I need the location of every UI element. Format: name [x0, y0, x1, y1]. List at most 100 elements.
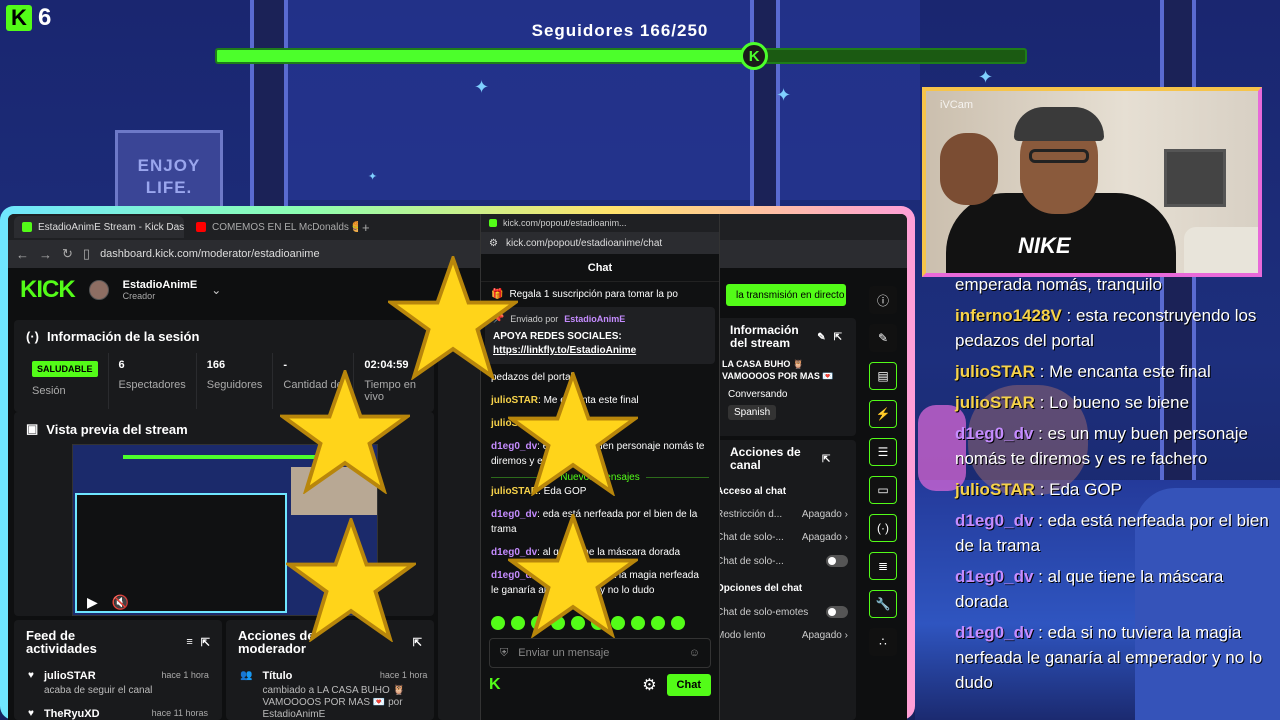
channel-role: Creador — [122, 291, 156, 301]
overlay-chat-text: emperada nomás, tranquilo — [955, 275, 1162, 294]
star-icon — [508, 514, 638, 638]
separator: : — [1061, 306, 1076, 325]
new-tab-button[interactable]: + — [362, 220, 370, 235]
chevron-down-icon[interactable]: ⌄ — [211, 283, 221, 297]
shield-icon: ⛨ — [500, 646, 509, 659]
row-value: Apagado — [801, 509, 842, 520]
lightning-icon[interactable]: ⚡ — [869, 400, 897, 428]
popout-icon[interactable]: ⇱ — [822, 454, 830, 465]
emote-icon[interactable] — [491, 616, 505, 630]
tab-label: EstadioAnimE Stream - Kick Dash — [38, 221, 184, 233]
overlay-chat-text: Lo bueno se biene — [1049, 393, 1190, 412]
chat-option-row[interactable]: Modo lento Apagado › — [708, 624, 856, 647]
row-value: Apagado — [801, 630, 842, 641]
chat-access-row[interactable]: Restricción d... Apagado › — [708, 503, 856, 526]
star-icon — [508, 372, 638, 496]
feed-title: Feed de actividades — [26, 628, 97, 656]
stat-label: Sesión — [32, 385, 66, 397]
panel-title: Información del stream ✎ ⇱ — [708, 318, 856, 354]
tab-youtube[interactable]: COMEMOS EN EL McDonalds 🍔 ✕ — [188, 216, 358, 238]
emote-icon[interactable] — [651, 616, 665, 630]
live-button[interactable]: la transmisión en directo — [726, 284, 846, 306]
tab-label: COMEMOS EN EL McDonalds 🍔 — [212, 221, 358, 233]
site-settings-icon[interactable]: ⚙ — [489, 238, 498, 249]
mute-icon[interactable]: 🔇 — [112, 594, 129, 611]
separator: : — [1034, 362, 1050, 381]
gear-icon[interactable]: ⚙ — [642, 675, 656, 695]
webcam-feed: NIKE iVCam — [922, 87, 1262, 277]
avatar — [88, 280, 109, 300]
channel-switcher[interactable]: EstadioAnimE Creador — [123, 279, 198, 301]
bookmark-icon[interactable]: ▯ — [83, 246, 90, 262]
reload-icon[interactable]: ↻ — [62, 246, 73, 262]
users-icon: 👥 — [240, 670, 253, 681]
forward-icon[interactable]: → — [39, 247, 52, 262]
chat-access-row[interactable]: Chat de solo-... Apagado › — [708, 526, 856, 549]
chat-input-placeholder: Enviar un mensaje — [518, 647, 610, 659]
feed-sub: acaba de seguir el canal — [43, 685, 153, 696]
url-text[interactable]: dashboard.kick.com/moderator/estadioanim… — [100, 248, 320, 260]
overlay-chat-user: d1eg0_dv — [955, 424, 1034, 443]
pencil-icon[interactable]: ✎ — [817, 332, 825, 343]
filter-icon[interactable]: ≡ — [186, 636, 192, 648]
tool-sidebar: ⓘ ✎ ▤ ⚡ ☰ ▭ (·) ≣ 🔧 ∴ — [867, 286, 899, 656]
smile-icon[interactable]: ☺ — [689, 647, 700, 659]
info-icon[interactable]: ⓘ — [869, 286, 897, 314]
row-label: Restricción d... — [716, 509, 783, 520]
list-icon[interactable]: ☰ — [869, 438, 897, 466]
toggle-switch[interactable] — [826, 606, 848, 618]
popout-icon[interactable]: ⇱ — [201, 636, 210, 649]
broadcast-icon[interactable]: (·) — [869, 514, 897, 542]
emote-icon[interactable] — [671, 616, 685, 630]
overlay-chat-text: Me encanta este final — [1049, 362, 1211, 381]
list-item: 👥 Título hace 1 hora cambiado a LA CASA B… — [226, 664, 434, 720]
separator: : — [1033, 567, 1048, 586]
chevron-right-icon: › — [844, 532, 848, 543]
tab-kick-dashboard[interactable]: EstadioAnimE Stream - Kick Dash ✕ — [14, 216, 184, 238]
play-icon[interactable]: ▶ — [87, 594, 98, 611]
panel-title: Feed de actividades ≡ ⇱ — [14, 620, 222, 664]
stat-followers: 166 Seguidores — [197, 353, 274, 409]
wrench-icon[interactable]: 🔧 — [869, 590, 897, 618]
wall-painting — [1164, 149, 1226, 207]
stat-session: SALUDABLE Sesión — [22, 353, 109, 409]
follower-goal-label: Seguidores 166/250 — [531, 21, 709, 40]
stream-title-value: LA CASA BUHO 🦉 VAMOOOOS POR MAS 💌 — [722, 359, 834, 381]
kick-icon — [22, 222, 32, 232]
pencil-icon[interactable]: ✎ — [869, 324, 897, 352]
overlay-chat-message: d1eg0_dv : eda está nerfeada por el bien… — [955, 508, 1270, 558]
separator: : — [1033, 424, 1048, 443]
streamer-glasses — [1029, 149, 1089, 163]
overlay-chat-user: julioSTAR — [955, 362, 1035, 381]
popout-icon[interactable]: ⇱ — [834, 332, 842, 343]
stat-viewers: 6 Espectadores — [109, 353, 197, 409]
star-icon — [286, 518, 416, 642]
sliders-icon[interactable]: ≣ — [869, 552, 897, 580]
send-chat-button[interactable]: Chat — [666, 674, 711, 696]
overlay-chat-user: d1eg0_dv — [955, 511, 1034, 530]
layout-icon[interactable]: ▤ — [869, 362, 897, 390]
chat-icon[interactable]: ▭ — [869, 476, 897, 504]
toggle-switch[interactable] — [826, 555, 848, 567]
broadcast-icon: (·) — [26, 329, 39, 344]
status-badge: SALUDABLE — [32, 361, 98, 377]
kick-logo[interactable]: KICK — [20, 276, 76, 304]
chat-access-title: Acceso al chat — [716, 486, 787, 497]
kick-icon — [489, 219, 497, 227]
chat-input[interactable]: ⛨ Enviar un mensaje ☺ — [489, 638, 711, 668]
back-icon[interactable]: ← — [16, 247, 29, 262]
pinned-by-user: EstadioAnimE — [564, 313, 626, 324]
popout-address-bar: ⚙ kick.com/popout/estadioanime/chat — [481, 232, 719, 254]
chat-access-row: Chat de solo-... — [708, 549, 856, 573]
sparkle-icon: ✦ — [368, 171, 378, 183]
dots-icon[interactable]: ∴ — [869, 628, 897, 656]
youtube-icon — [196, 222, 206, 232]
popout-url[interactable]: kick.com/popout/estadioanime/chat — [506, 238, 662, 249]
feed-time: hace 1 hora — [161, 670, 209, 680]
stat-label: Seguidores — [206, 379, 263, 391]
mod-item-sub: cambiado a LA CASA BUHO 🦉 VAMOOOOS POR M… — [262, 685, 405, 720]
gift-text: Regala 1 suscripción para tomar la po — [509, 289, 678, 300]
pinned-link[interactable]: https://linkfly.to/EstadioAnime — [493, 344, 707, 358]
separator: : — [1033, 511, 1048, 530]
feed-time: hace 11 horas — [151, 708, 208, 718]
